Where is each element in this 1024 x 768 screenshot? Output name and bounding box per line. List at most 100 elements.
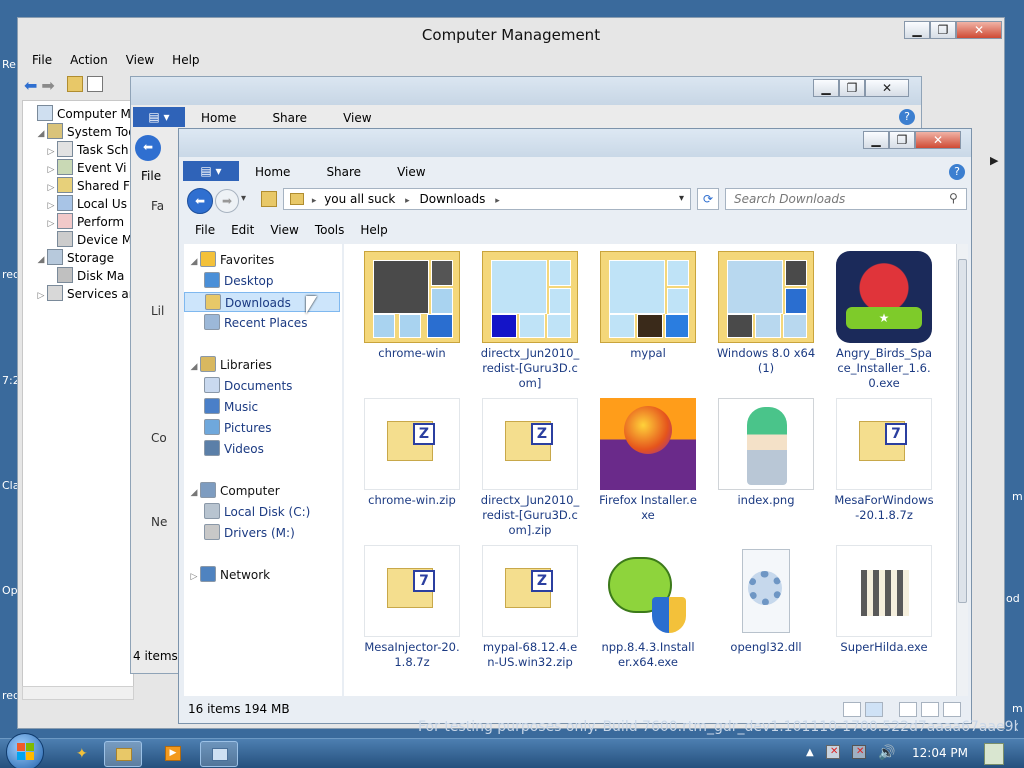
close-button[interactable]: ✕ — [865, 79, 909, 97]
search-icon[interactable]: ⚲ — [949, 191, 958, 205]
file-item[interactable]: Zmypal-68.12.4.en-US.win32.zip — [480, 545, 580, 670]
close-button[interactable]: ✕ — [956, 21, 1002, 39]
menu-view[interactable]: View — [126, 53, 154, 67]
menu-help[interactable]: Help — [172, 53, 199, 67]
nav-item[interactable]: Music — [184, 397, 334, 417]
play-arrow-icon[interactable]: ▶ — [990, 154, 998, 167]
expander-icon[interactable]: ▷ — [188, 567, 200, 587]
minimize-button[interactable]: ▁ — [813, 79, 839, 97]
file-item[interactable]: 7 MesaInjector-20.1.8.7z — [362, 545, 462, 670]
folder-up-icon[interactable] — [261, 191, 277, 207]
nav-item[interactable]: Local Disk (C:) — [184, 502, 334, 522]
help-icon[interactable]: ? — [949, 164, 965, 180]
expander-icon[interactable]: ◢ — [188, 483, 200, 503]
breadcrumb-downloads[interactable]: Downloads — [419, 192, 485, 206]
tab-home[interactable]: Home — [201, 111, 236, 125]
address-bar[interactable]: ▸ you all suck ▸ Downloads ▸ ▾ — [283, 188, 691, 210]
details-view-icon[interactable] — [843, 702, 861, 717]
menu-view[interactable]: View — [270, 223, 298, 237]
folder-up-icon[interactable] — [66, 76, 83, 92]
tab-view[interactable]: View — [397, 165, 425, 179]
tree-node[interactable]: Disk Ma — [23, 267, 124, 285]
expander-icon[interactable]: ▷ — [35, 287, 47, 305]
tree-node[interactable]: ▷ Event Vi — [23, 159, 126, 177]
nav-item[interactable]: ▷ Network — [184, 565, 334, 585]
pane-toggle-icon[interactable] — [899, 702, 917, 717]
nav-item[interactable]: ◢ Computer — [184, 481, 334, 501]
nav-item[interactable]: Recent Places — [184, 313, 334, 333]
file-item[interactable]: 7 MesaForWindows-20.1.8.7z — [834, 398, 934, 523]
tab-home[interactable]: Home — [255, 165, 290, 179]
scrollbar-thumb[interactable] — [958, 259, 967, 603]
tree-node[interactable]: Device M — [23, 231, 132, 249]
file-item[interactable]: opengl32.dll — [716, 545, 816, 655]
menu-edit[interactable]: Edit — [231, 223, 254, 237]
tree-node[interactable]: ▷ Shared F — [23, 177, 130, 195]
nav-item[interactable]: Drivers (M:) — [184, 523, 334, 543]
file-item[interactable]: directx_Jun2010_redist-[Guru3D.com] — [480, 251, 580, 391]
forward-button[interactable]: ➡ — [215, 189, 239, 213]
menu-tools[interactable]: Tools — [315, 223, 345, 237]
tree-node[interactable]: ▷ Local Us — [23, 195, 127, 213]
details-pane-icon[interactable] — [943, 702, 961, 717]
tab-share[interactable]: Share — [326, 165, 361, 179]
nav-item[interactable]: ◢ Favorites — [184, 250, 334, 270]
minimize-button[interactable]: ▁ — [863, 131, 889, 149]
large-icons-view-icon[interactable] — [865, 702, 883, 717]
maximize-button[interactable]: ❐ — [930, 21, 956, 39]
file-tab-button[interactable]: ▤ ▾ — [183, 161, 239, 181]
minimize-button[interactable]: ▁ — [904, 21, 930, 39]
nav-item[interactable]: Desktop — [184, 271, 334, 291]
menu-file[interactable]: File — [195, 223, 215, 237]
network-icon[interactable]: ✕ — [852, 745, 866, 759]
taskbar-app-icon[interactable]: ✦ — [64, 741, 102, 767]
taskbar-computer-management-button[interactable] — [200, 741, 238, 767]
breadcrumb-user[interactable]: you all suck — [324, 192, 395, 206]
tree-node[interactable]: ◢ System Too — [23, 123, 136, 141]
file-item[interactable]: npp.8.4.3.Installer.x64.exe — [598, 545, 698, 670]
preview-pane-icon[interactable] — [921, 702, 939, 717]
file-item[interactable] — [362, 692, 462, 696]
action-center-icon[interactable]: ✕ — [826, 745, 840, 759]
console-tree-icon[interactable] — [86, 76, 103, 92]
nav-item[interactable]: Documents — [184, 376, 334, 396]
show-hidden-icons[interactable]: ▲ — [806, 747, 814, 758]
menu-help[interactable]: Help — [360, 223, 387, 237]
start-button[interactable] — [6, 733, 44, 768]
volume-icon[interactable]: 🔊 — [878, 745, 895, 761]
file-item[interactable]: Zchrome-win.zip — [362, 398, 462, 508]
maximize-button[interactable]: ❐ — [889, 131, 915, 149]
taskbar-explorer-button[interactable] — [104, 741, 142, 767]
file-item[interactable]: mypal — [598, 251, 698, 361]
chevron-down-icon[interactable]: ▾ — [679, 189, 684, 209]
close-button[interactable]: ✕ — [915, 131, 961, 149]
clock[interactable]: 12:04 PM — [912, 746, 968, 760]
show-desktop-icon[interactable] — [984, 743, 1004, 765]
refresh-icon[interactable]: ⟳ — [697, 188, 719, 210]
nav-item[interactable]: Videos — [184, 439, 334, 459]
file-item[interactable]: Zdirectx_Jun2010_redist-[Guru3D.com].zip — [480, 398, 580, 538]
file-item[interactable]: index.png — [716, 398, 816, 508]
tree-node[interactable]: Computer Man — [23, 105, 146, 123]
file-item[interactable]: ★ Angry_Birds_Space_Installer_1.6.0.exe — [834, 251, 934, 391]
horizontal-scrollbar[interactable] — [22, 686, 134, 700]
back-button[interactable]: ⬅ — [135, 135, 161, 161]
back-arrow-icon[interactable]: ⬅ — [24, 76, 37, 96]
tree-node[interactable]: ▷ Perform — [23, 213, 124, 231]
file-item[interactable]: chrome-win — [362, 251, 462, 361]
maximize-button[interactable]: ❐ — [839, 79, 865, 97]
file-item[interactable]: Windows 8.0 x64(1) — [716, 251, 816, 376]
back-button[interactable]: ⬅ — [187, 188, 213, 214]
tree-node[interactable]: ◢ Storage — [23, 249, 114, 267]
nav-item[interactable]: Pictures — [184, 418, 334, 438]
search-input[interactable]: Search Downloads — [725, 188, 967, 210]
help-icon[interactable]: ? — [899, 109, 915, 125]
recent-pages-dropdown[interactable]: ▾ — [241, 193, 246, 204]
taskbar-media-player-button[interactable]: ▶ — [154, 741, 192, 767]
file-item[interactable]: Firefox Installer.exe — [598, 398, 698, 523]
nav-item[interactable]: ◢ Libraries — [184, 355, 334, 375]
vertical-scrollbar[interactable] — [956, 244, 968, 696]
menu-action[interactable]: Action — [70, 53, 108, 67]
forward-arrow-icon[interactable]: ➡ — [41, 76, 54, 96]
tree-node[interactable]: ▷ Task Sch — [23, 141, 129, 159]
